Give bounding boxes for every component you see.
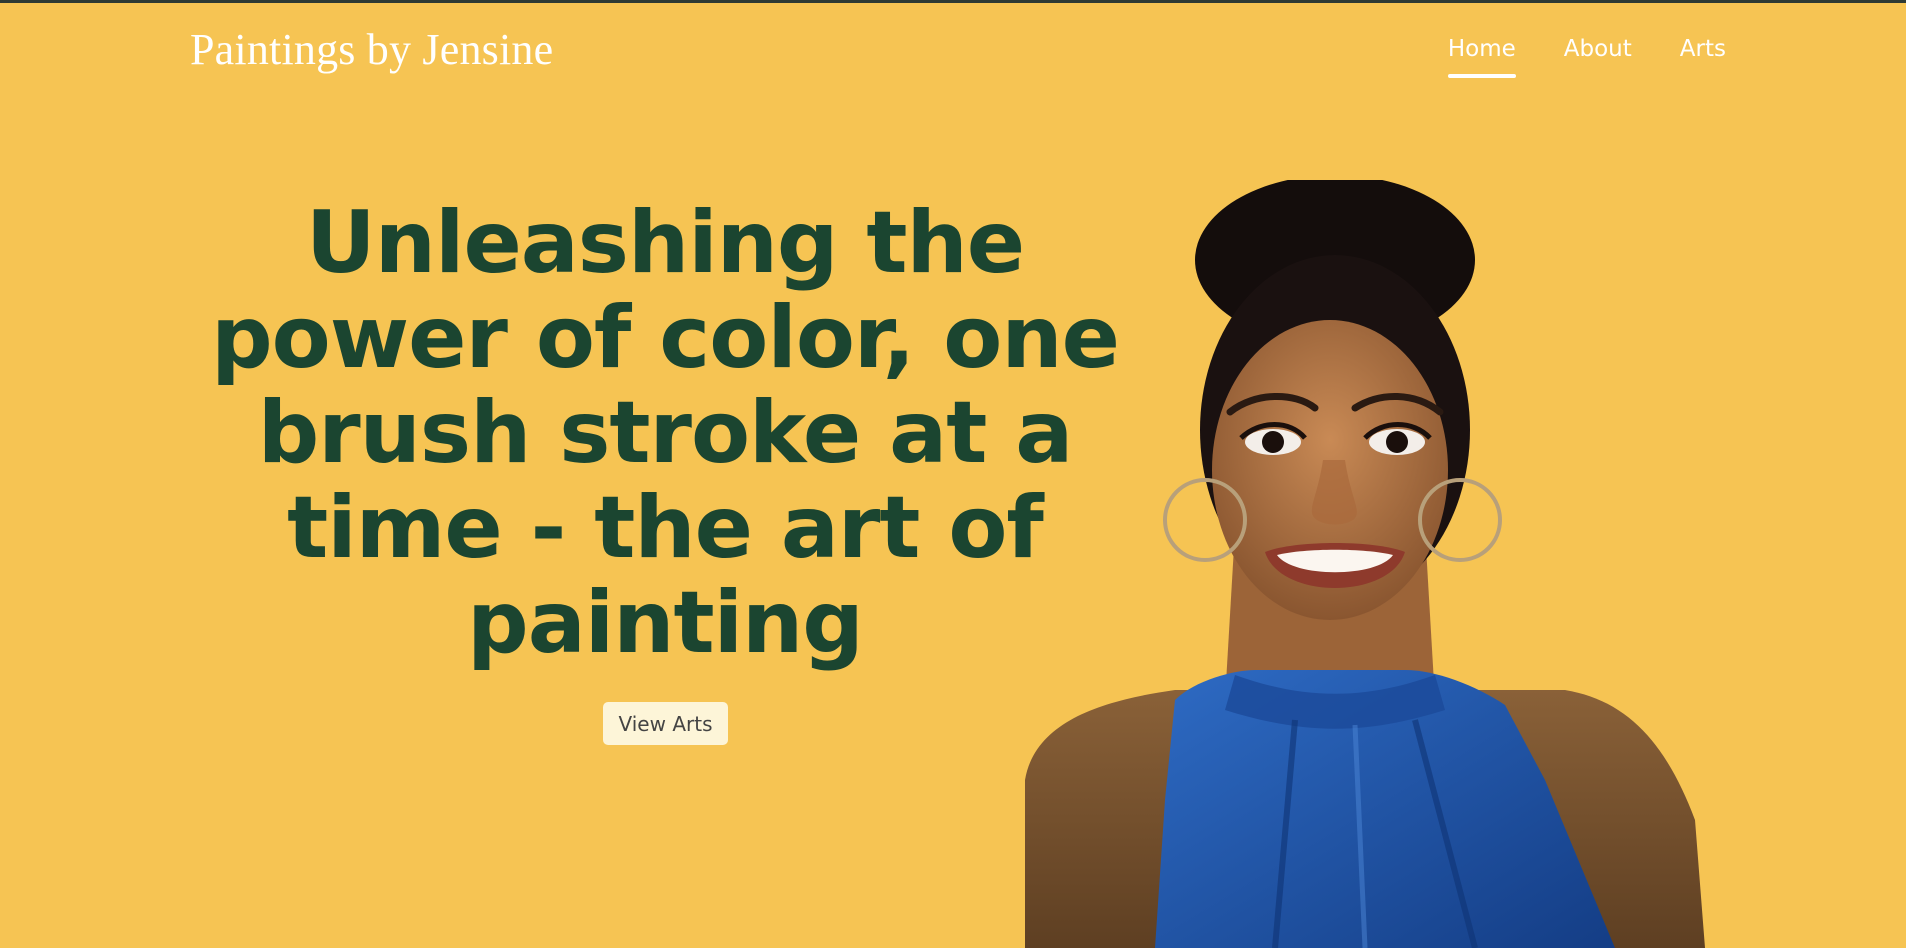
top-strip [0, 0, 1906, 3]
nav-about[interactable]: About [1564, 36, 1632, 76]
view-arts-button[interactable]: View Arts [603, 702, 728, 745]
nav-home[interactable]: Home [1447, 36, 1516, 78]
nav-arts[interactable]: Arts [1680, 36, 1726, 76]
main-nav: Home About Arts [1447, 36, 1726, 78]
portrait-illustration [1025, 180, 1705, 948]
site-logo-text[interactable]: Paintings by Jensine [190, 24, 553, 75]
